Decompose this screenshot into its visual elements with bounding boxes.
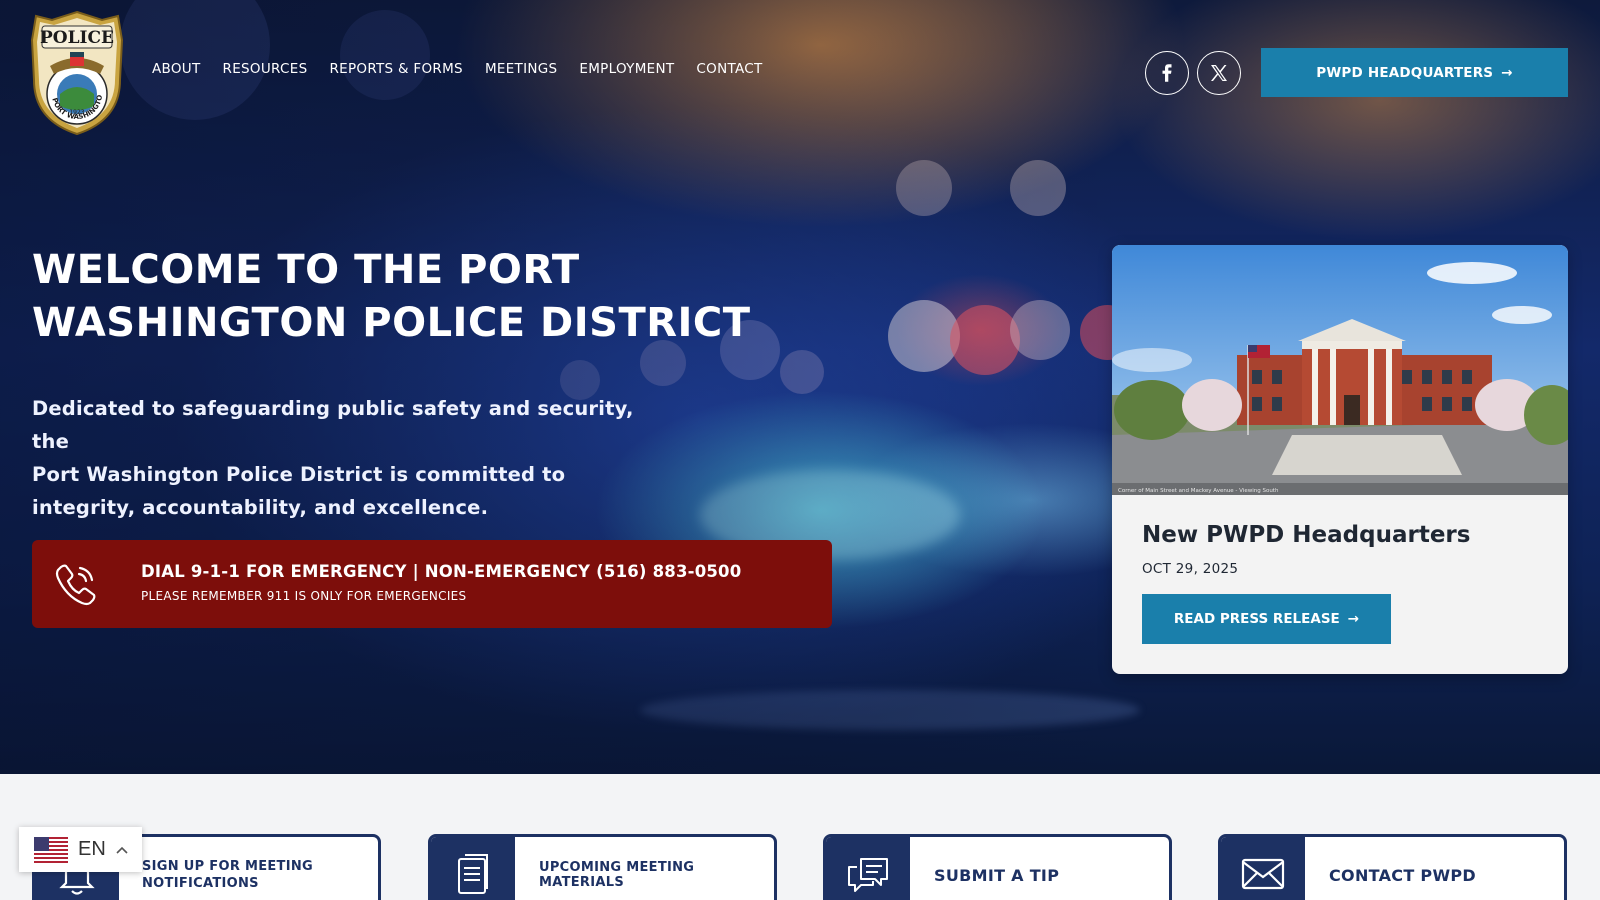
police-badge-logo[interactable]: POLICE 1923 PORT WASHINGTON, N.Y. [30, 10, 124, 136]
hero-section: POLICE 1923 PORT WASHINGTON, N.Y. ABOUT … [0, 0, 1600, 774]
quick-link-icon-box [1221, 837, 1305, 900]
chat-bubbles-icon [848, 858, 888, 892]
facebook-icon [1162, 64, 1172, 82]
us-flag-icon [34, 836, 68, 863]
hero-subtitle-line1: Dedicated to safeguarding public safety … [32, 397, 634, 453]
press-button-label: READ PRESS RELEASE [1173, 611, 1340, 627]
phone-icon [55, 564, 96, 606]
news-date: OCT 29, 2025 [1142, 561, 1239, 577]
emergency-main-text: DIAL 9-1-1 FOR EMERGENCY | NON-EMERGENCY… [141, 562, 742, 581]
quick-link-icon-box [826, 837, 910, 900]
quick-link-label: SUBMIT A TIP [934, 865, 1060, 885]
main-nav: ABOUT RESOURCES REPORTS & FORMS MEETINGS… [152, 61, 763, 77]
nav-reports-forms[interactable]: REPORTS & FORMS [329, 61, 463, 77]
hero-title-line1: WELCOME TO THE PORT [32, 247, 580, 293]
hero-subtitle: Dedicated to safeguarding public safety … [32, 392, 672, 524]
hero-subtitle-line2: Port Washington Police District is commi… [32, 463, 566, 486]
nav-resources[interactable]: RESOURCES [223, 61, 308, 77]
quick-link-label-line2: NOTIFICATIONS [142, 876, 259, 891]
quick-link-label: SIGN UP FOR MEETING NOTIFICATIONS [142, 837, 313, 900]
document-icon [458, 854, 488, 894]
logo-text-top: POLICE [40, 28, 114, 48]
read-press-release-button[interactable]: READ PRESS RELEASE → [1142, 594, 1391, 644]
quick-link-contact-pwpd[interactable]: CONTACT PWPD [1218, 834, 1567, 900]
pwpd-headquarters-button[interactable]: PWPD HEADQUARTERS → [1261, 48, 1568, 97]
nav-about[interactable]: ABOUT [152, 61, 201, 77]
quick-link-label: UPCOMING MEETING MATERIALS [539, 860, 695, 890]
x-twitter-button[interactable] [1197, 51, 1241, 95]
emergency-banner[interactable]: DIAL 9-1-1 FOR EMERGENCY | NON-EMERGENCY… [32, 540, 832, 628]
language-switcher[interactable]: EN [19, 827, 142, 872]
quick-link-label: CONTACT PWPD [1329, 865, 1476, 885]
quick-link-label-line1: SIGN UP FOR MEETING [142, 859, 314, 874]
nav-meetings[interactable]: MEETINGS [485, 61, 557, 77]
hq-button-label: PWPD HEADQUARTERS [1316, 64, 1494, 81]
facebook-button[interactable] [1145, 51, 1189, 95]
envelope-icon [1241, 858, 1285, 890]
hero-title-line2: WASHINGTON POLICE DISTRICT [32, 300, 751, 346]
language-code: EN [78, 838, 106, 860]
emergency-note: PLEASE REMEMBER 911 IS ONLY FOR EMERGENC… [141, 589, 467, 603]
image-caption: Corner of Main Street and Mackey Avenue … [1118, 488, 1279, 494]
arrow-right-icon: → [1347, 611, 1360, 627]
x-twitter-icon [1211, 65, 1227, 81]
nav-contact[interactable]: CONTACT [696, 61, 762, 77]
news-title[interactable]: New PWPD Headquarters [1142, 522, 1470, 548]
nav-employment[interactable]: EMPLOYMENT [579, 61, 674, 77]
quick-link-meeting-materials[interactable]: UPCOMING MEETING MATERIALS [428, 834, 777, 900]
headquarters-rendering-image[interactable]: Corner of Main Street and Mackey Avenue … [1112, 245, 1568, 495]
quick-link-icon-box [431, 837, 515, 900]
hero-title: WELCOME TO THE PORT WASHINGTON POLICE DI… [32, 244, 792, 350]
quick-link-submit-tip[interactable]: SUBMIT A TIP [823, 834, 1172, 900]
chevron-up-icon [116, 846, 128, 854]
hero-subtitle-line3: integrity, accountability, and excellenc… [32, 496, 489, 519]
arrow-right-icon: → [1501, 64, 1513, 81]
news-card: Corner of Main Street and Mackey Avenue … [1112, 245, 1568, 674]
